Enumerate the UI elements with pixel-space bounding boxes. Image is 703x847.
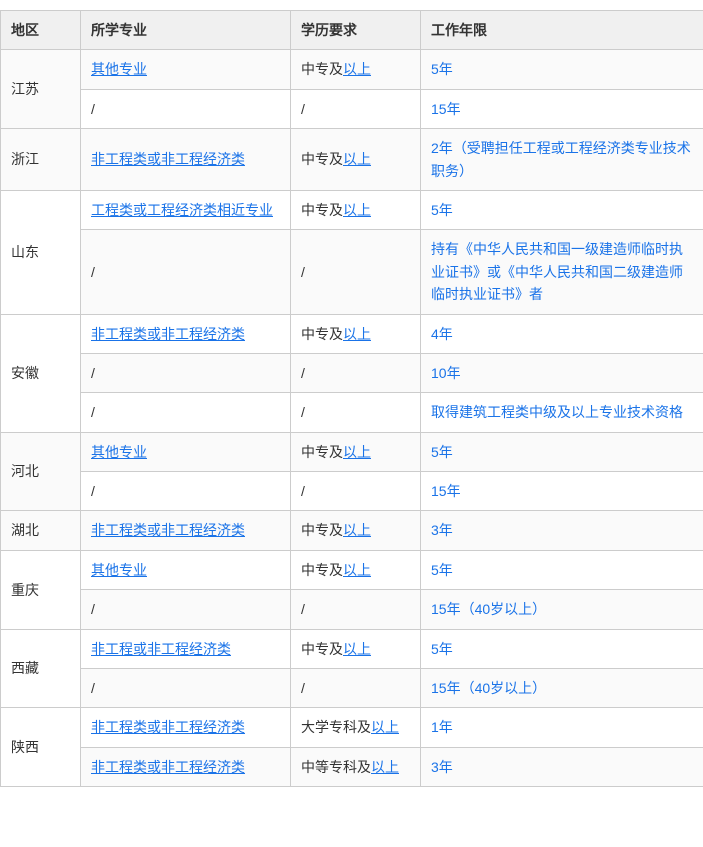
edu-cell: / — [291, 472, 421, 511]
region-cell: 湖北 — [1, 511, 81, 550]
table-row: 非工程类或非工程经济类中等专科及以上3年 — [1, 747, 703, 786]
major-cell[interactable]: 非工程或非工程经济类 — [81, 629, 291, 668]
work-cell[interactable]: 1年 — [421, 708, 703, 747]
region-cell: 西藏 — [1, 629, 81, 708]
major-cell: / — [81, 353, 291, 392]
major-cell: / — [81, 472, 291, 511]
edu-cell[interactable]: 中等专科及以上 — [291, 747, 421, 786]
major-cell[interactable]: 工程类或工程经济类相近专业 — [81, 190, 291, 229]
major-cell[interactable]: 非工程类或非工程经济类 — [81, 708, 291, 747]
edu-cell[interactable]: 中专及以上 — [291, 511, 421, 550]
major-cell: / — [81, 669, 291, 708]
table-row: 西藏非工程或非工程经济类中专及以上5年 — [1, 629, 703, 668]
table-row: //持有《中华人民共和国一级建造师临时执业证书》或《中华人民共和国二级建造师临时… — [1, 230, 703, 314]
major-cell: / — [81, 230, 291, 314]
major-cell[interactable]: 其他专业 — [81, 432, 291, 471]
work-cell[interactable]: 3年 — [421, 511, 703, 550]
work-cell[interactable]: 5年 — [421, 629, 703, 668]
header-work: 工作年限 — [421, 11, 703, 50]
region-cell: 重庆 — [1, 550, 81, 629]
table-row: //取得建筑工程类中级及以上专业技术资格 — [1, 393, 703, 432]
region-cell: 浙江 — [1, 129, 81, 191]
table-row: //15年（40岁以上） — [1, 590, 703, 629]
edu-cell: / — [291, 230, 421, 314]
edu-cell[interactable]: 中专及以上 — [291, 629, 421, 668]
edu-cell: / — [291, 353, 421, 392]
work-cell[interactable]: 5年 — [421, 50, 703, 89]
header-row: 地区 所学专业 学历要求 工作年限 — [1, 11, 703, 50]
major-cell: / — [81, 89, 291, 128]
table-row: 河北其他专业中专及以上5年 — [1, 432, 703, 471]
table-row: 安徽非工程类或非工程经济类中专及以上4年 — [1, 314, 703, 353]
table-body: 江苏其他专业中专及以上5年//15年浙江非工程类或非工程经济类中专及以上2年（受… — [1, 50, 703, 787]
edu-cell: / — [291, 393, 421, 432]
major-cell[interactable]: 非工程类或非工程经济类 — [81, 129, 291, 191]
edu-cell: / — [291, 590, 421, 629]
edu-cell: / — [291, 669, 421, 708]
work-cell[interactable]: 10年 — [421, 353, 703, 392]
region-cell: 安徽 — [1, 314, 81, 432]
header-region: 地区 — [1, 11, 81, 50]
major-cell[interactable]: 其他专业 — [81, 50, 291, 89]
work-cell[interactable]: 15年 — [421, 472, 703, 511]
table-row: //15年 — [1, 89, 703, 128]
work-cell[interactable]: 2年（受聘担任工程或工程经济类专业技术职务） — [421, 129, 703, 191]
table-row: //15年 — [1, 472, 703, 511]
table-row: 陕西非工程类或非工程经济类大学专科及以上1年 — [1, 708, 703, 747]
work-cell[interactable]: 4年 — [421, 314, 703, 353]
work-cell[interactable]: 15年（40岁以上） — [421, 669, 703, 708]
work-cell[interactable]: 取得建筑工程类中级及以上专业技术资格 — [421, 393, 703, 432]
major-cell[interactable]: 非工程类或非工程经济类 — [81, 747, 291, 786]
header-edu: 学历要求 — [291, 11, 421, 50]
edu-cell[interactable]: 中专及以上 — [291, 190, 421, 229]
edu-cell[interactable]: 中专及以上 — [291, 550, 421, 589]
table-row: 浙江非工程类或非工程经济类中专及以上2年（受聘担任工程或工程经济类专业技术职务） — [1, 129, 703, 191]
region-cell: 河北 — [1, 432, 81, 511]
edu-cell[interactable]: 中专及以上 — [291, 50, 421, 89]
major-cell: / — [81, 393, 291, 432]
region-cell: 江苏 — [1, 50, 81, 129]
edu-cell[interactable]: 中专及以上 — [291, 129, 421, 191]
region-cell: 山东 — [1, 190, 81, 314]
data-table: 地区 所学专业 学历要求 工作年限 江苏其他专业中专及以上5年//15年浙江非工… — [0, 10, 703, 787]
work-cell[interactable]: 15年（40岁以上） — [421, 590, 703, 629]
table-row: //15年（40岁以上） — [1, 669, 703, 708]
table-row: 湖北非工程类或非工程经济类中专及以上3年 — [1, 511, 703, 550]
table-row: //10年 — [1, 353, 703, 392]
work-cell[interactable]: 15年 — [421, 89, 703, 128]
major-cell[interactable]: 其他专业 — [81, 550, 291, 589]
work-cell[interactable]: 持有《中华人民共和国一级建造师临时执业证书》或《中华人民共和国二级建造师临时执业… — [421, 230, 703, 314]
major-cell[interactable]: 非工程类或非工程经济类 — [81, 511, 291, 550]
work-cell[interactable]: 5年 — [421, 432, 703, 471]
work-cell[interactable]: 5年 — [421, 550, 703, 589]
edu-cell[interactable]: 中专及以上 — [291, 314, 421, 353]
table-row: 山东工程类或工程经济类相近专业中专及以上5年 — [1, 190, 703, 229]
edu-cell[interactable]: 中专及以上 — [291, 432, 421, 471]
main-container: 地区 所学专业 学历要求 工作年限 江苏其他专业中专及以上5年//15年浙江非工… — [0, 0, 703, 797]
header-major: 所学专业 — [81, 11, 291, 50]
table-row: 江苏其他专业中专及以上5年 — [1, 50, 703, 89]
edu-cell[interactable]: 大学专科及以上 — [291, 708, 421, 747]
work-cell[interactable]: 5年 — [421, 190, 703, 229]
work-cell[interactable]: 3年 — [421, 747, 703, 786]
table-row: 重庆其他专业中专及以上5年 — [1, 550, 703, 589]
major-cell: / — [81, 590, 291, 629]
edu-cell: / — [291, 89, 421, 128]
region-cell: 陕西 — [1, 708, 81, 787]
major-cell[interactable]: 非工程类或非工程经济类 — [81, 314, 291, 353]
